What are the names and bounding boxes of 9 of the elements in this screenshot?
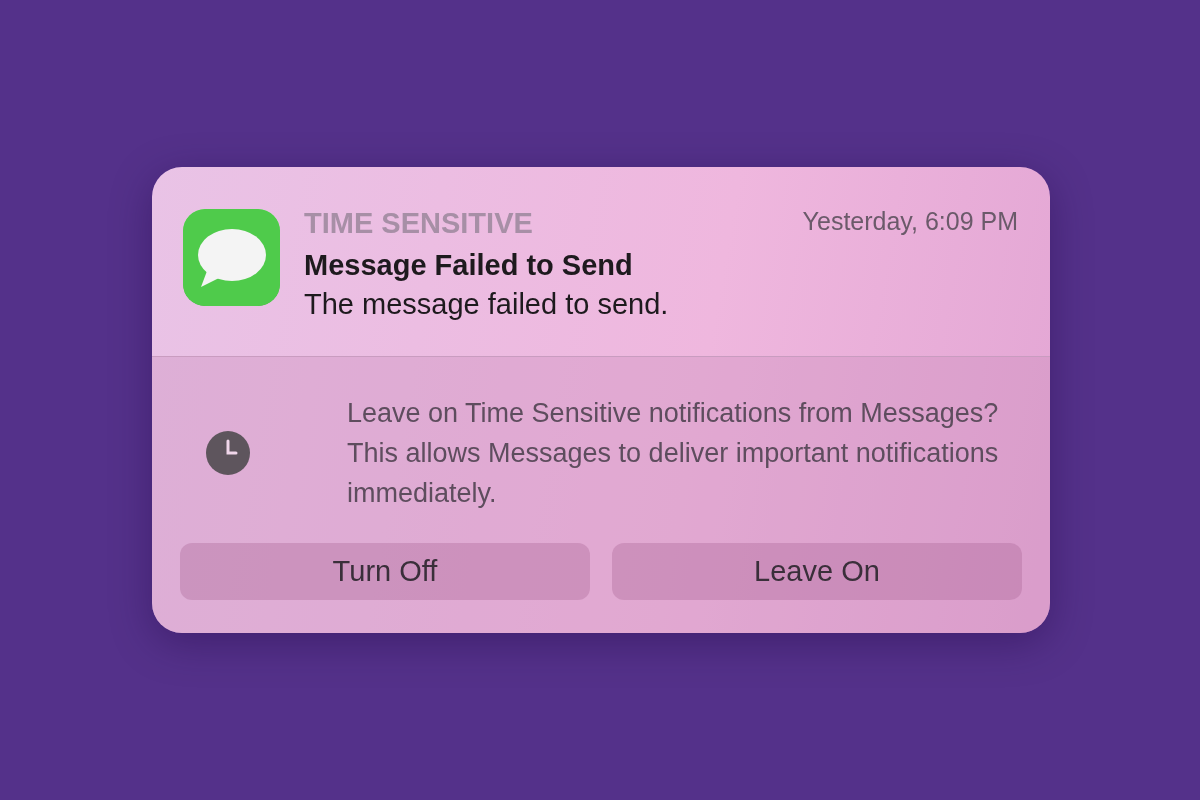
- notification-title: Message Failed to Send: [304, 248, 634, 283]
- category-label: TIME SENSITIVE: [304, 209, 533, 238]
- prompt-text: Leave on Time Sensitive notifications from Messages? This allows Messages to deliver important notifications immediately.: [347, 397, 1000, 510]
- action-button[interactable]: Leave On: [612, 543, 1022, 600]
- action-button[interactable]: Turn Off: [180, 543, 590, 600]
- notification-body: The message failed to send.: [304, 286, 670, 322]
- clock-icon: [205, 430, 251, 476]
- chat-bubble-icon[interactable]: [183, 209, 280, 306]
- timestamp: Yesterday, 6:09 PM: [802, 209, 1018, 234]
